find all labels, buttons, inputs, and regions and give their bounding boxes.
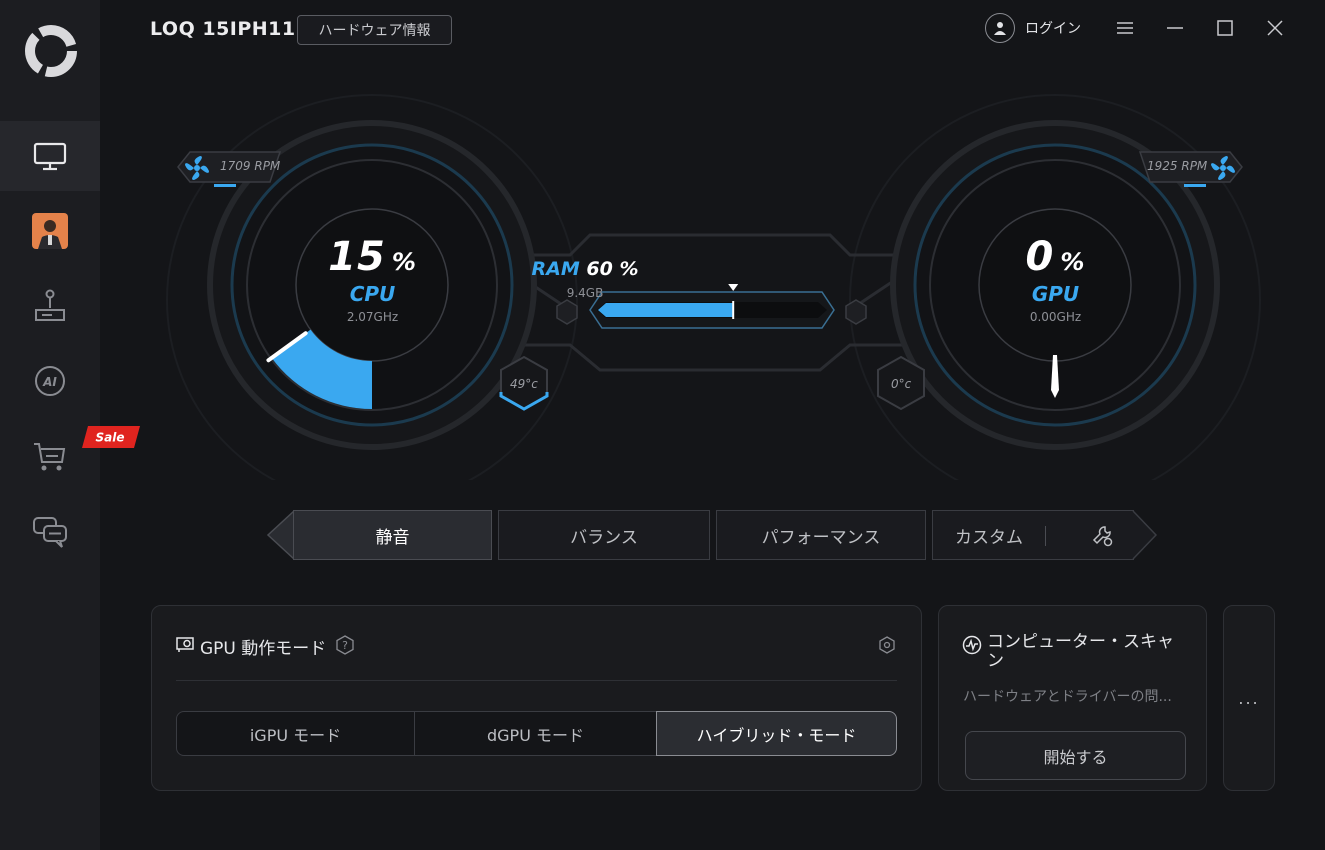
gpu-percent: 0%: [1025, 234, 1086, 280]
mode-balance[interactable]: バランス: [498, 510, 710, 560]
cpu-readout: 15% CPU 2.07GHz: [300, 234, 445, 324]
custom-divider: [1045, 526, 1046, 546]
user-icon: [985, 13, 1015, 43]
custom-settings-icon[interactable]: [1091, 524, 1115, 548]
gpu-readout: 0% GPU 0.00GHz: [983, 234, 1128, 324]
svg-text:AI: AI: [42, 375, 57, 389]
login-label: ログイン: [1025, 21, 1081, 37]
gpu-mode-title: GPU 動作モード: [200, 639, 327, 659]
sidebar: AI: [0, 0, 100, 850]
gpu-card-icon: [176, 637, 194, 652]
nav-support[interactable]: [0, 496, 100, 566]
device-title: LOQ 15IPH11: [150, 18, 296, 40]
card-divider: [176, 680, 897, 681]
ai-icon: AI: [35, 366, 65, 396]
gpu-fan-rpm: 1925 RPM: [1147, 159, 1208, 173]
cpu-label: CPU: [349, 282, 396, 306]
dgpu-mode-option[interactable]: dGPU モード: [414, 711, 657, 756]
scan-title: コンピューター・スキャ ン: [987, 632, 1174, 671]
svg-text:?: ?: [342, 639, 348, 652]
gpu-mode-card: [151, 605, 922, 791]
mode-quiet[interactable]: 静音: [293, 510, 492, 560]
gpu-frequency: 0.00GHz: [1029, 310, 1082, 324]
mode-left-arrow: [266, 510, 295, 560]
start-scan-button[interactable]: 開始する: [965, 731, 1186, 780]
nav-ai[interactable]: AI: [0, 346, 100, 416]
ram-fill: [598, 303, 734, 317]
ram-readout: RAM 60 %: [531, 258, 639, 280]
gpu-label: GPU: [1031, 282, 1080, 306]
lenovo-vantage-logo: [25, 25, 77, 77]
menu-icon[interactable]: [1113, 16, 1137, 40]
mode-right-arrow: [1132, 510, 1158, 560]
nav-avatar[interactable]: [0, 196, 100, 266]
ram-size: 9.4GB: [566, 286, 604, 300]
mode-performance[interactable]: パフォーマンス: [716, 510, 926, 560]
ram-pointer-icon: [728, 284, 739, 291]
minimize-icon[interactable]: [1163, 16, 1187, 40]
cpu-fan-rpm: 1709 RPM: [220, 159, 281, 173]
cpu-percent: 15%: [328, 234, 417, 280]
avatar-icon: [32, 213, 68, 249]
cart-icon: [34, 443, 66, 471]
more-button[interactable]: ...: [1223, 605, 1275, 791]
igpu-mode-option[interactable]: iGPU モード: [176, 711, 415, 756]
svg-text:Sale: Sale: [96, 431, 125, 445]
nav-gaming[interactable]: [0, 271, 100, 341]
login-button[interactable]: ログイン: [985, 13, 1081, 43]
hardware-info-button[interactable]: ハードウェア情報: [297, 15, 452, 45]
hybrid-mode-option[interactable]: ハイブリッド・モード: [656, 711, 897, 756]
maximize-icon[interactable]: [1213, 16, 1237, 40]
close-icon[interactable]: [1263, 16, 1287, 40]
chat-icon: [33, 517, 67, 548]
cpu-temperature: 49°c: [510, 377, 538, 391]
monitor-icon: [33, 142, 67, 171]
scan-description: ハードウェアとドライバーの問...: [963, 689, 1172, 705]
mode-custom-label: カスタム: [955, 527, 1023, 548]
more-label: ...: [1238, 688, 1260, 708]
joystick-icon: [35, 289, 65, 321]
cpu-frequency: 2.07GHz: [346, 310, 399, 324]
sale-badge: Sale: [82, 426, 140, 448]
settings-icon[interactable]: [878, 636, 896, 654]
help-icon[interactable]: ?: [335, 635, 355, 655]
gpu-temperature: 0°c: [891, 377, 912, 391]
mode-custom[interactable]: カスタム: [932, 510, 1134, 560]
scan-icon: [962, 635, 982, 655]
nav-device-monitor[interactable]: [0, 121, 100, 191]
